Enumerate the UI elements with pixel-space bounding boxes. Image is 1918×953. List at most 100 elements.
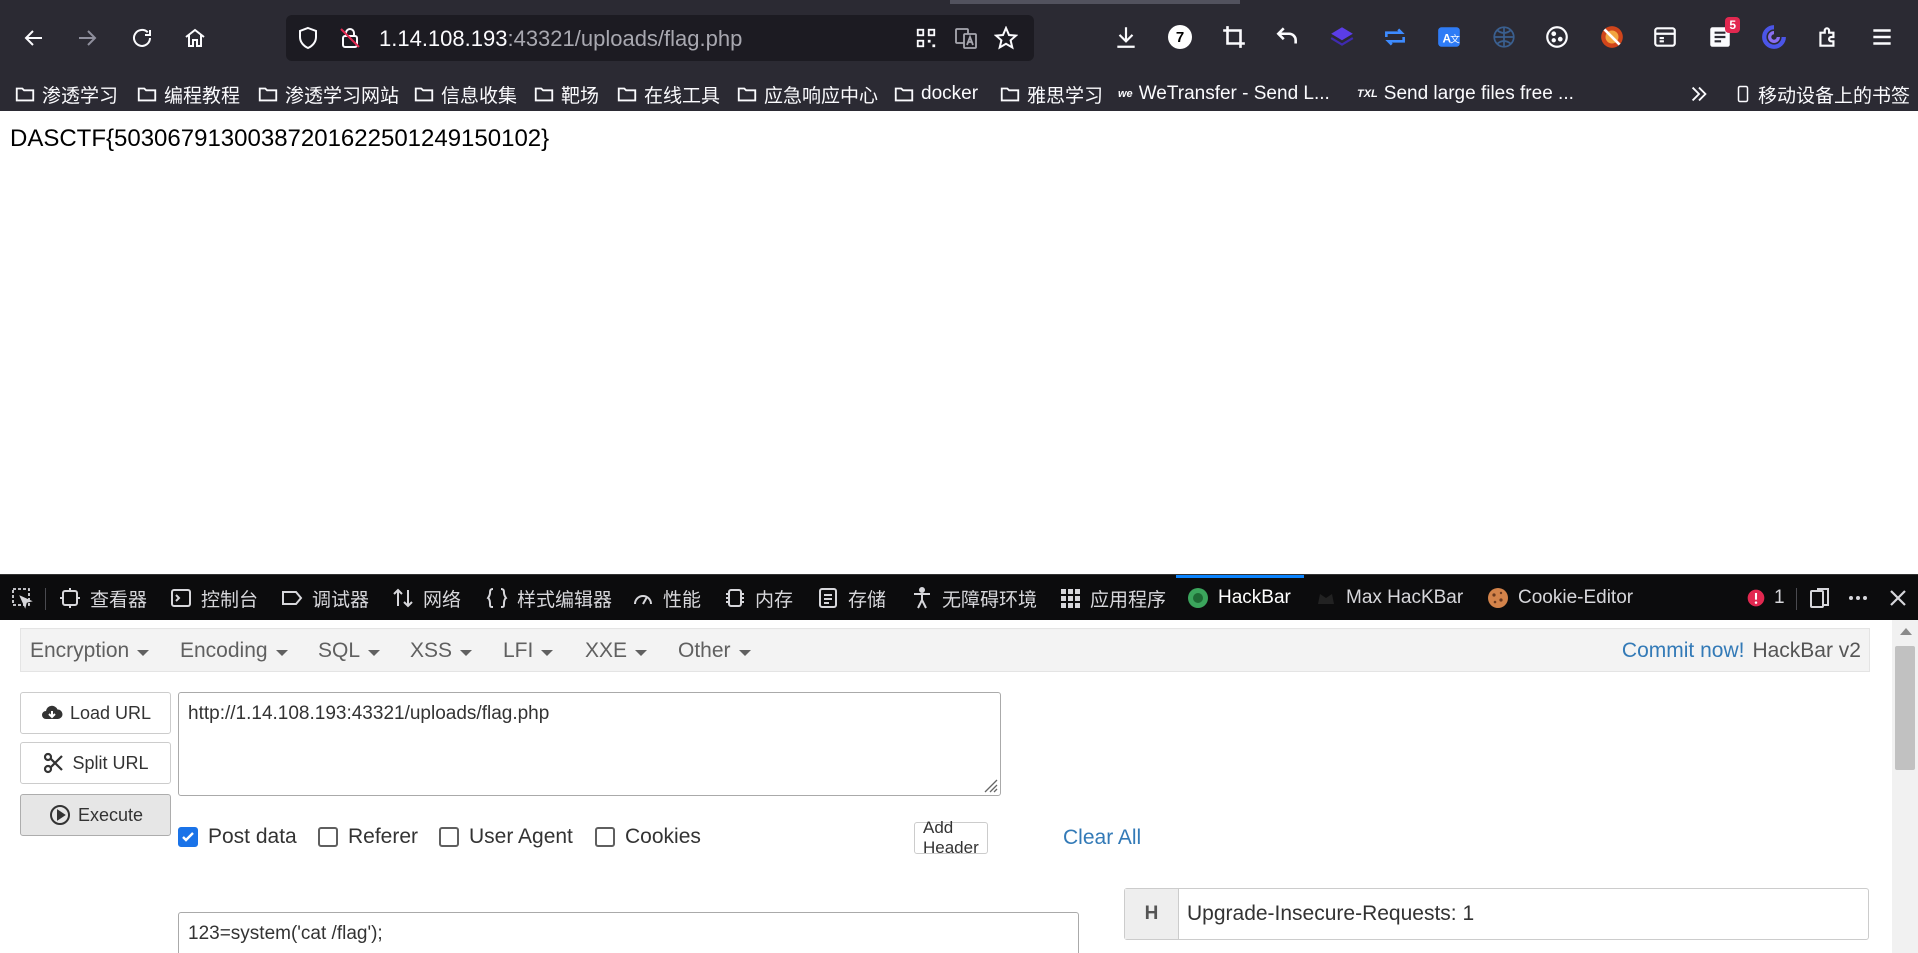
undo-arrow-icon	[1276, 27, 1297, 44]
checkbox-checked-icon	[178, 827, 198, 847]
sync-extension[interactable]	[1378, 20, 1412, 54]
split-url-button[interactable]: Split URL	[20, 742, 171, 784]
tab-application[interactable]: 应用程序	[1058, 575, 1166, 621]
tab-max-hackbar[interactable]: Max HacKBar	[1314, 575, 1463, 621]
shield-icon[interactable]	[296, 26, 320, 50]
notes-extension[interactable]: 5	[1703, 17, 1740, 54]
referer-checkbox[interactable]: Referer	[318, 822, 418, 852]
error-icon	[1747, 589, 1765, 607]
address-bar[interactable]: 1.14.108.193:43321/uploads/flag.php	[286, 15, 1034, 61]
tab-console[interactable]: 控制台	[169, 575, 258, 621]
scroll-thumb[interactable]	[1895, 646, 1915, 770]
bookmark-folder[interactable]: 靶场	[533, 79, 599, 109]
bookmark-folder[interactable]: 在线工具	[616, 79, 720, 109]
more-dots-icon	[1849, 596, 1867, 600]
memory-icon	[726, 589, 744, 607]
bookmarks-overflow-button[interactable]	[1688, 79, 1710, 109]
tab-debugger[interactable]: 调试器	[280, 575, 369, 621]
clear-all-link[interactable]: Clear All	[1063, 822, 1141, 854]
bookmark-folder[interactable]: 编程教程	[136, 79, 240, 109]
cookies-checkbox[interactable]: Cookies	[595, 822, 701, 852]
storage-icon	[819, 588, 837, 608]
performance-icon	[634, 595, 652, 605]
menu-lfi[interactable]: LFI	[503, 629, 554, 673]
execute-button[interactable]: Execute	[20, 794, 171, 836]
menu-encoding[interactable]: Encoding	[180, 629, 288, 673]
qr-code-icon[interactable]	[914, 26, 938, 50]
checkbox-unchecked-icon	[318, 827, 338, 847]
user-agent-checkbox[interactable]: User Agent	[439, 822, 573, 852]
add-header-button[interactable]: Add Header	[914, 818, 988, 857]
devtools-options-button[interactable]	[1846, 575, 1870, 621]
network-icon	[393, 588, 413, 608]
load-url-button[interactable]: Load URL	[20, 692, 171, 734]
layers-extension[interactable]	[1325, 20, 1359, 54]
undo-extension[interactable]	[1270, 20, 1304, 54]
bookmark-star-icon[interactable]	[994, 26, 1018, 50]
resize-grip-icon[interactable]	[980, 775, 998, 793]
menu-other[interactable]: Other	[678, 629, 751, 673]
cookie-extension[interactable]	[1540, 20, 1574, 54]
cookies-label: Cookies	[625, 825, 701, 848]
no-script-extension[interactable]	[1595, 20, 1629, 54]
bookmark-folder[interactable]: 雅思学习	[999, 79, 1103, 109]
tab-performance[interactable]: 性能	[631, 575, 701, 621]
tab-network[interactable]: 网络	[391, 575, 461, 621]
commit-now-link[interactable]: Commit now!	[1622, 639, 1745, 663]
hackbar-scrollbar[interactable]	[1892, 620, 1918, 953]
browser-toolbar: 1.14.108.193:43321/uploads/flag.php 7 A文	[0, 0, 1918, 76]
bookmark-link[interactable]: we WeTransfer - Send L...	[1118, 79, 1330, 109]
tab-hackbar[interactable]: HackBar	[1186, 575, 1291, 621]
post-data-label: Post data	[208, 825, 297, 848]
bookmark-folder[interactable]: 渗透学习网站	[257, 79, 399, 109]
downloads-button[interactable]	[1109, 20, 1143, 54]
tab-accessibility[interactable]: 无障碍环境	[910, 575, 1037, 621]
tab-memory[interactable]: 内存	[723, 575, 793, 621]
mobile-bookmarks[interactable]: 移动设备上的书签	[1734, 79, 1910, 109]
translate-icon[interactable]	[954, 26, 978, 50]
url-text[interactable]: 1.14.108.193:43321/uploads/flag.php	[379, 26, 742, 52]
element-picker-button[interactable]	[10, 575, 34, 621]
back-button[interactable]	[16, 20, 52, 56]
swirl-extension[interactable]	[1757, 20, 1791, 54]
tab-cookie-editor[interactable]: Cookie-Editor	[1486, 575, 1633, 621]
post-data-checkbox[interactable]: Post data	[178, 822, 297, 852]
load-url-label: Load URL	[69, 702, 152, 723]
globe-extension[interactable]	[1487, 20, 1521, 54]
tab-label: 应用程序	[1090, 589, 1167, 611]
responsive-design-button[interactable]	[1808, 575, 1832, 621]
url-textarea[interactable]: http://1.14.108.193:43321/uploads/flag.p…	[178, 692, 1001, 796]
extension-seven[interactable]: 7	[1163, 20, 1197, 54]
close-icon	[1890, 590, 1906, 606]
tab-style-editor[interactable]: 样式编辑器	[485, 575, 612, 621]
menu-xxe[interactable]: XXE	[585, 629, 648, 673]
bookmark-folder[interactable]: 应急响应中心	[736, 79, 878, 109]
reader-extension[interactable]	[1648, 20, 1682, 54]
app-menu-button[interactable]	[1865, 20, 1899, 54]
reload-button[interactable]	[124, 20, 160, 56]
forward-button[interactable]	[69, 20, 105, 56]
menu-label: XXE	[585, 639, 628, 662]
menu-sql[interactable]: SQL	[318, 629, 381, 673]
bookmark-folder[interactable]: 信息收集	[413, 79, 517, 109]
bookmark-folder[interactable]: docker	[893, 79, 978, 109]
execute-label: Execute	[77, 804, 144, 825]
translator-extension[interactable]: A文	[1432, 20, 1466, 54]
folder-icon	[737, 87, 757, 102]
menu-encryption[interactable]: Encryption	[30, 629, 150, 673]
tab-storage[interactable]: 存储	[816, 575, 886, 621]
insecure-lock-icon[interactable]	[338, 26, 362, 50]
bookmark-folder[interactable]: 渗透学习	[14, 79, 118, 109]
home-button[interactable]	[177, 20, 213, 56]
crop-extension[interactable]	[1217, 20, 1251, 54]
header-value-input[interactable]: Upgrade-Insecure-Requests: 1	[1179, 889, 1868, 939]
scroll-up-arrow-icon[interactable]	[1900, 628, 1912, 635]
extensions-button[interactable]	[1811, 20, 1845, 54]
tab-inspector[interactable]: 查看器	[58, 575, 147, 621]
bookmark-link[interactable]: TXL Send large files free ...	[1357, 79, 1574, 109]
menu-xss[interactable]: XSS	[410, 629, 473, 673]
post-data-textarea[interactable]: 123=system('cat /flag');	[178, 912, 1079, 953]
close-devtools-button[interactable]	[1886, 575, 1910, 621]
error-count-button[interactable]: 1	[1746, 575, 1785, 621]
bookmark-label: 靶场	[561, 85, 600, 107]
